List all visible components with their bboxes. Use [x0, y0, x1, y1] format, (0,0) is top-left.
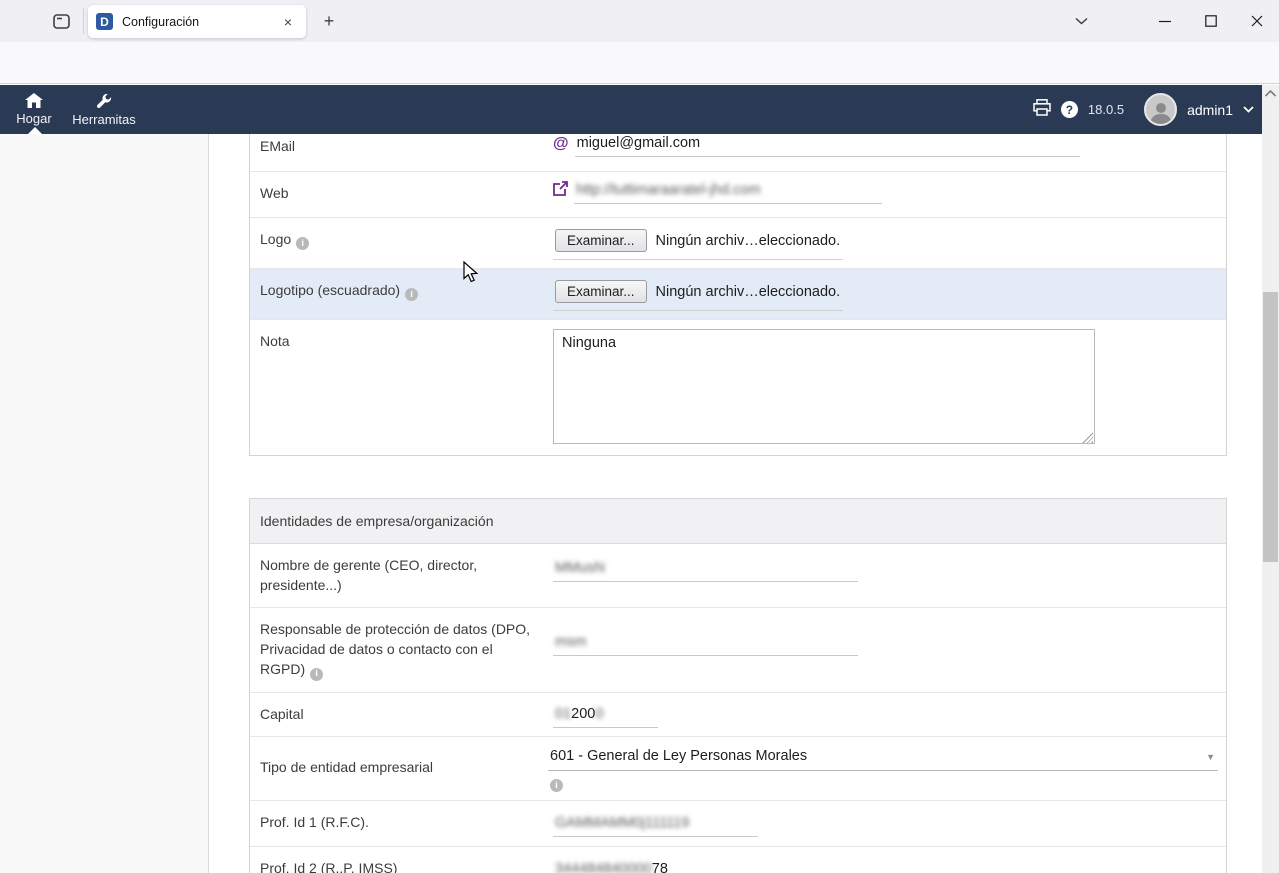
tab-close-icon[interactable]: × [278, 12, 298, 32]
menu-tools-label: Herramitas [72, 112, 136, 127]
scroll-up-icon[interactable] [1264, 89, 1277, 98]
info-icon: i [405, 288, 418, 301]
prof-id2-value-blurred: 344484840000 [555, 861, 652, 873]
dolibarr-favicon: D [96, 13, 113, 30]
entity-type-value: 601 - General de Ley Personas Morales [550, 748, 807, 764]
row-logo: Logoi Examinar... Ningún archiv…eleccion… [250, 217, 1226, 268]
logo-squared-file-status: Ningún archiv…eleccionado. [656, 284, 841, 300]
print-icon[interactable] [1033, 99, 1051, 121]
logo-squared-label: Logotipo (escuadrado)i [250, 269, 545, 319]
identity-form-table: Identidades de empresa/organización Nomb… [249, 498, 1227, 873]
prof-id2-value-visible: 78 [652, 861, 668, 873]
logo-squared-browse-button[interactable]: Examinar... [555, 280, 647, 303]
row-prof-id1: Prof. Id 1 (R.F.C). GAMMAMM0j111119 [250, 800, 1226, 846]
left-sidebar [0, 134, 209, 873]
active-menu-notch [28, 127, 42, 134]
logo-label: Logoi [250, 218, 545, 268]
info-icon: i [296, 237, 309, 250]
prof-id2-label: Prof. Id 2 (R..P. IMSS) [250, 847, 545, 873]
dpo-value-blurred: msm [555, 634, 586, 650]
version-label: 18.0.5 [1088, 102, 1124, 117]
dpo-label: Responsable de protección de datos (DPO,… [250, 608, 545, 692]
info-icon: i [550, 779, 563, 792]
entity-type-select[interactable]: 601 - General de Ley Personas Morales ▼ [548, 746, 1218, 771]
logo-file-input[interactable]: Examinar... Ningún archiv…eleccionado. [553, 226, 843, 260]
web-input[interactable]: http://tuttimaraaratel-jhd.com [574, 180, 882, 204]
capital-input[interactable]: 012000 [553, 704, 658, 728]
company-form-table: EMail @ Web http://tuttimaraaratel-jhd.c [249, 134, 1227, 456]
tab-title: Configuración [122, 15, 278, 29]
row-web: Web http://tuttimaraaratel-jhd.com [250, 171, 1226, 217]
prof-id1-value-blurred: GAMMAMM0j111119 [555, 815, 689, 831]
email-input[interactable] [575, 134, 1080, 157]
note-textarea[interactable]: Ninguna [553, 329, 1095, 444]
row-entity-type: Tipo de entidad empresarial 601 - Genera… [250, 736, 1226, 800]
tab-configuracion[interactable]: D Configuración × [88, 5, 306, 38]
tabstrip-separator [83, 8, 84, 34]
dpo-input[interactable]: msm [553, 632, 858, 656]
window-close-button[interactable] [1242, 8, 1272, 34]
home-icon [25, 93, 43, 108]
note-label: Nota [250, 320, 545, 455]
row-email: EMail @ [250, 134, 1226, 171]
capital-prefix-blurred: 01 [555, 706, 571, 722]
external-link-icon [553, 181, 568, 199]
logo-squared-file-input[interactable]: Examinar... Ningún archiv…eleccionado. [553, 277, 843, 311]
web-value-blurred: http://tuttimaraaratel-jhd.com [576, 182, 761, 198]
menu-tools[interactable]: Herramitas [66, 85, 142, 134]
info-icon: i [310, 668, 323, 681]
entity-type-label: Tipo de entidad empresarial [250, 737, 540, 800]
select-arrow-icon: ▼ [1206, 752, 1215, 762]
wrench-icon [96, 93, 112, 109]
dolibarr-top-menu: Hogar Herramitas ? 18.0.5 admin1 [0, 85, 1279, 134]
row-note: Nota Ninguna [250, 319, 1226, 455]
row-logo-squared: Logotipo (escuadrado)i Examinar... Ningú… [250, 268, 1226, 319]
tab-list-chevron-icon[interactable] [1066, 8, 1096, 34]
prof-id1-label: Prof. Id 1 (R.F.C). [250, 801, 545, 846]
scrollbar-thumb[interactable] [1263, 292, 1278, 562]
logo-browse-button[interactable]: Examinar... [555, 229, 647, 252]
section-gap [249, 456, 1246, 498]
username-label[interactable]: admin1 [1187, 102, 1233, 118]
browser-toolbar: localhost/dolibarr/htdocs/admin/company.… [0, 42, 1279, 84]
avatar[interactable] [1144, 93, 1177, 126]
help-icon[interactable]: ? [1061, 101, 1078, 118]
manager-input[interactable]: MMusN [553, 558, 858, 582]
browser-tabstrip: D Configuración × + [0, 0, 1279, 42]
logo-file-status: Ningún archiv…eleccionado. [656, 233, 841, 249]
at-icon: @ [553, 135, 569, 153]
vertical-scrollbar[interactable] [1262, 85, 1279, 873]
identity-section-header: Identidades de empresa/organización [250, 499, 1226, 544]
capital-label: Capital [250, 693, 545, 736]
row-prof-id2: Prof. Id 2 (R..P. IMSS) 34448484000078 [250, 846, 1226, 873]
user-menu-chevron-icon[interactable] [1243, 106, 1254, 113]
row-dpo: Responsable de protección de datos (DPO,… [250, 607, 1226, 692]
manager-label: Nombre de gerente (CEO, director, presid… [250, 544, 545, 607]
capital-value: 200 [571, 706, 595, 722]
prof-id1-input[interactable]: GAMMAMM0j111119 [553, 813, 758, 837]
menu-home-label: Hogar [16, 111, 51, 126]
email-label: EMail [250, 134, 545, 171]
main-area: EMail @ Web http://tuttimaraaratel-jhd.c [209, 134, 1279, 873]
window-maximize-button[interactable] [1196, 8, 1226, 34]
firefox-view-icon[interactable] [48, 9, 74, 33]
new-tab-button[interactable]: + [316, 8, 342, 34]
manager-value-blurred: MMusN [555, 560, 605, 576]
row-capital: Capital 012000 [250, 692, 1226, 736]
prof-id2-input[interactable]: 34448484000078 [553, 859, 758, 873]
row-manager: Nombre de gerente (CEO, director, presid… [250, 544, 1226, 607]
window-minimize-button[interactable] [1150, 8, 1180, 34]
capital-suffix-blurred: 0 [595, 706, 603, 722]
page-content: EMail @ Web http://tuttimaraaratel-jhd.c [0, 134, 1279, 873]
web-label: Web [250, 172, 545, 217]
